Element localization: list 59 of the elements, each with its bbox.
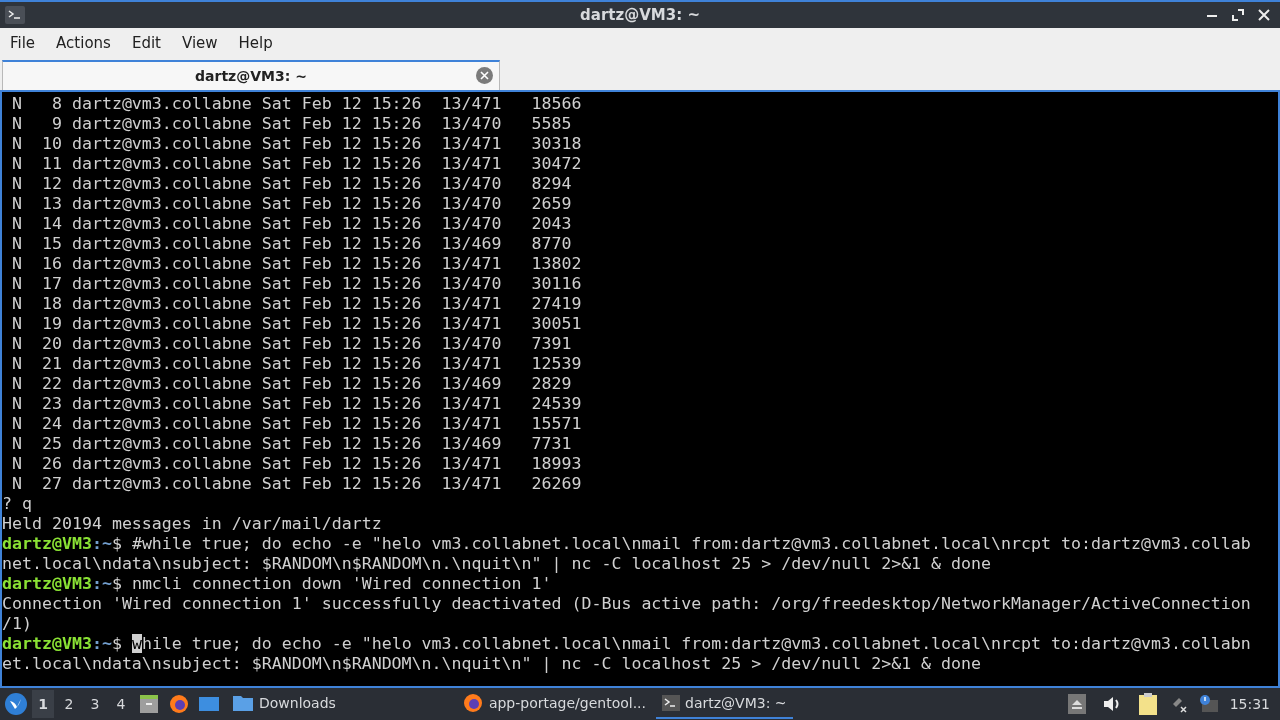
menu-item[interactable]: Edit — [123, 30, 169, 56]
output-line: N 13 dartz@vm3.collabne Sat Feb 12 15:26 13/470 2659 — [11, 194, 573, 214]
menu-item[interactable]: File — [2, 30, 44, 56]
close-tab-button[interactable] — [476, 67, 493, 84]
desktop-switcher[interactable]: 4 — [110, 690, 132, 718]
output-line: N 12 dartz@vm3.collabne Sat Feb 12 15:26 13/470 8294 — [11, 174, 573, 194]
output-line: et.local\ndata\nsubject: $RANDOM\n$RANDOM\n.\nquit\n" | nc -C localhost 25 > /dev/null 2>&1 & done — [2, 654, 983, 674]
folder-icon — [232, 693, 254, 713]
output-line: N 11 dartz@vm3.collabne Sat Feb 12 15:26 13/471 30472 — [11, 154, 583, 174]
output-line: N 8 dartz@vm3.collabne Sat Feb 12 15:26 13/471 18566 — [11, 94, 583, 114]
output-line: N 24 dartz@vm3.collabne Sat Feb 12 15:26 13/471 15571 — [11, 414, 583, 434]
output-line: N 16 dartz@vm3.collabne Sat Feb 12 15:26 13/471 13802 — [11, 254, 583, 274]
fox-globe-icon — [168, 693, 190, 715]
output-line: N 19 dartz@vm3.collabne Sat Feb 12 15:26 13/471 30051 — [11, 314, 583, 334]
bird-logo-icon[interactable] — [4, 692, 28, 716]
desktop-switcher[interactable]: 1 — [32, 690, 54, 718]
taskbar-window-button[interactable]: dartz@VM3: ~ — [656, 689, 793, 719]
terminal-tab[interactable]: dartz@VM3: ~ — [2, 60, 500, 90]
desktop-switcher[interactable]: 2 — [58, 690, 80, 718]
text-cursor: w — [131, 634, 142, 653]
output-line: N 27 dartz@vm3.collabne Sat Feb 12 15:26 13/471 26269 — [11, 474, 583, 494]
output-line: N 22 dartz@vm3.collabne Sat Feb 12 15:26 13/469 2829 — [11, 374, 573, 394]
output-line: N 10 dartz@vm3.collabne Sat Feb 12 15:26 13/471 30318 — [11, 134, 583, 154]
close-icon — [480, 71, 489, 80]
command-line: dartz@VM3:~$ #while true; do echo -e "helo vm3.collabnet.local\nmail from:dartz@vm3.collabnet.local\nrcpt to:dartz@vm3.collab — [2, 534, 1252, 554]
taskbar-window-button[interactable]: Downloads — [226, 689, 342, 719]
clipboard-icon[interactable] — [1137, 692, 1158, 716]
notification-icon[interactable] — [1197, 694, 1218, 714]
close-icon — [1258, 9, 1270, 21]
output-line: ? q — [2, 494, 33, 514]
output-line: net.local\ndata\nsubject: $RANDOM\n$RANDOM\n.\nquit\n" | nc -C localhost 25 > /dev/null 2>&1 & done — [2, 554, 993, 574]
taskbar-window-button[interactable]: app-portage/gentool... — [455, 689, 653, 719]
window-icon — [198, 694, 220, 714]
menu-item[interactable]: Actions — [48, 30, 119, 56]
file-cabinet-icon — [138, 693, 160, 715]
output-line: N 25 dartz@vm3.collabne Sat Feb 12 15:26 13/469 7731 — [11, 434, 573, 454]
output-line: Connection 'Wired connection 1' successfully deactivated (D-Bus active path: /org/freedesktop/NetworkManager/ActiveConnection — [2, 594, 1252, 614]
output-line: N 18 dartz@vm3.collabne Sat Feb 12 15:26 13/471 27419 — [11, 294, 583, 314]
output-line: N 17 dartz@vm3.collabne Sat Feb 12 15:26 13/470 30116 — [11, 274, 583, 294]
command-line: dartz@VM3:~$ nmcli connection down 'Wired connection 1' — [2, 574, 553, 594]
terminal-icon — [662, 695, 681, 711]
window-title: dartz@VM3: ~ — [580, 6, 700, 24]
menu-item[interactable]: Help — [230, 30, 281, 56]
output-line: N 23 dartz@vm3.collabne Sat Feb 12 15:26 13/471 24539 — [11, 394, 583, 414]
output-line: N 26 dartz@vm3.collabne Sat Feb 12 15:26 13/471 18993 — [11, 454, 583, 474]
output-line: N 15 dartz@vm3.collabne Sat Feb 12 15:26 13/469 8770 — [11, 234, 573, 254]
maximize-icon — [1232, 9, 1244, 21]
clock[interactable]: 15:31 — [1229, 696, 1270, 712]
output-line: N 9 dartz@vm3.collabne Sat Feb 12 15:26 13/470 5585 — [11, 114, 573, 134]
terminal-icon — [5, 6, 25, 24]
output-line: N 21 dartz@vm3.collabne Sat Feb 12 15:26 13/471 12539 — [11, 354, 583, 374]
desktop-switcher[interactable]: 3 — [84, 690, 106, 718]
output-line: N 20 dartz@vm3.collabne Sat Feb 12 15:26 13/470 7391 — [11, 334, 573, 354]
output-line: N 14 dartz@vm3.collabne Sat Feb 12 15:26 13/470 2043 — [11, 214, 573, 234]
output-line: /1) — [2, 614, 33, 634]
fox-globe-icon — [461, 692, 484, 714]
output-line: Held 20194 messages in /var/mail/dartz — [2, 514, 383, 534]
eject-icon[interactable] — [1067, 694, 1086, 714]
menu-item[interactable]: View — [173, 30, 226, 56]
